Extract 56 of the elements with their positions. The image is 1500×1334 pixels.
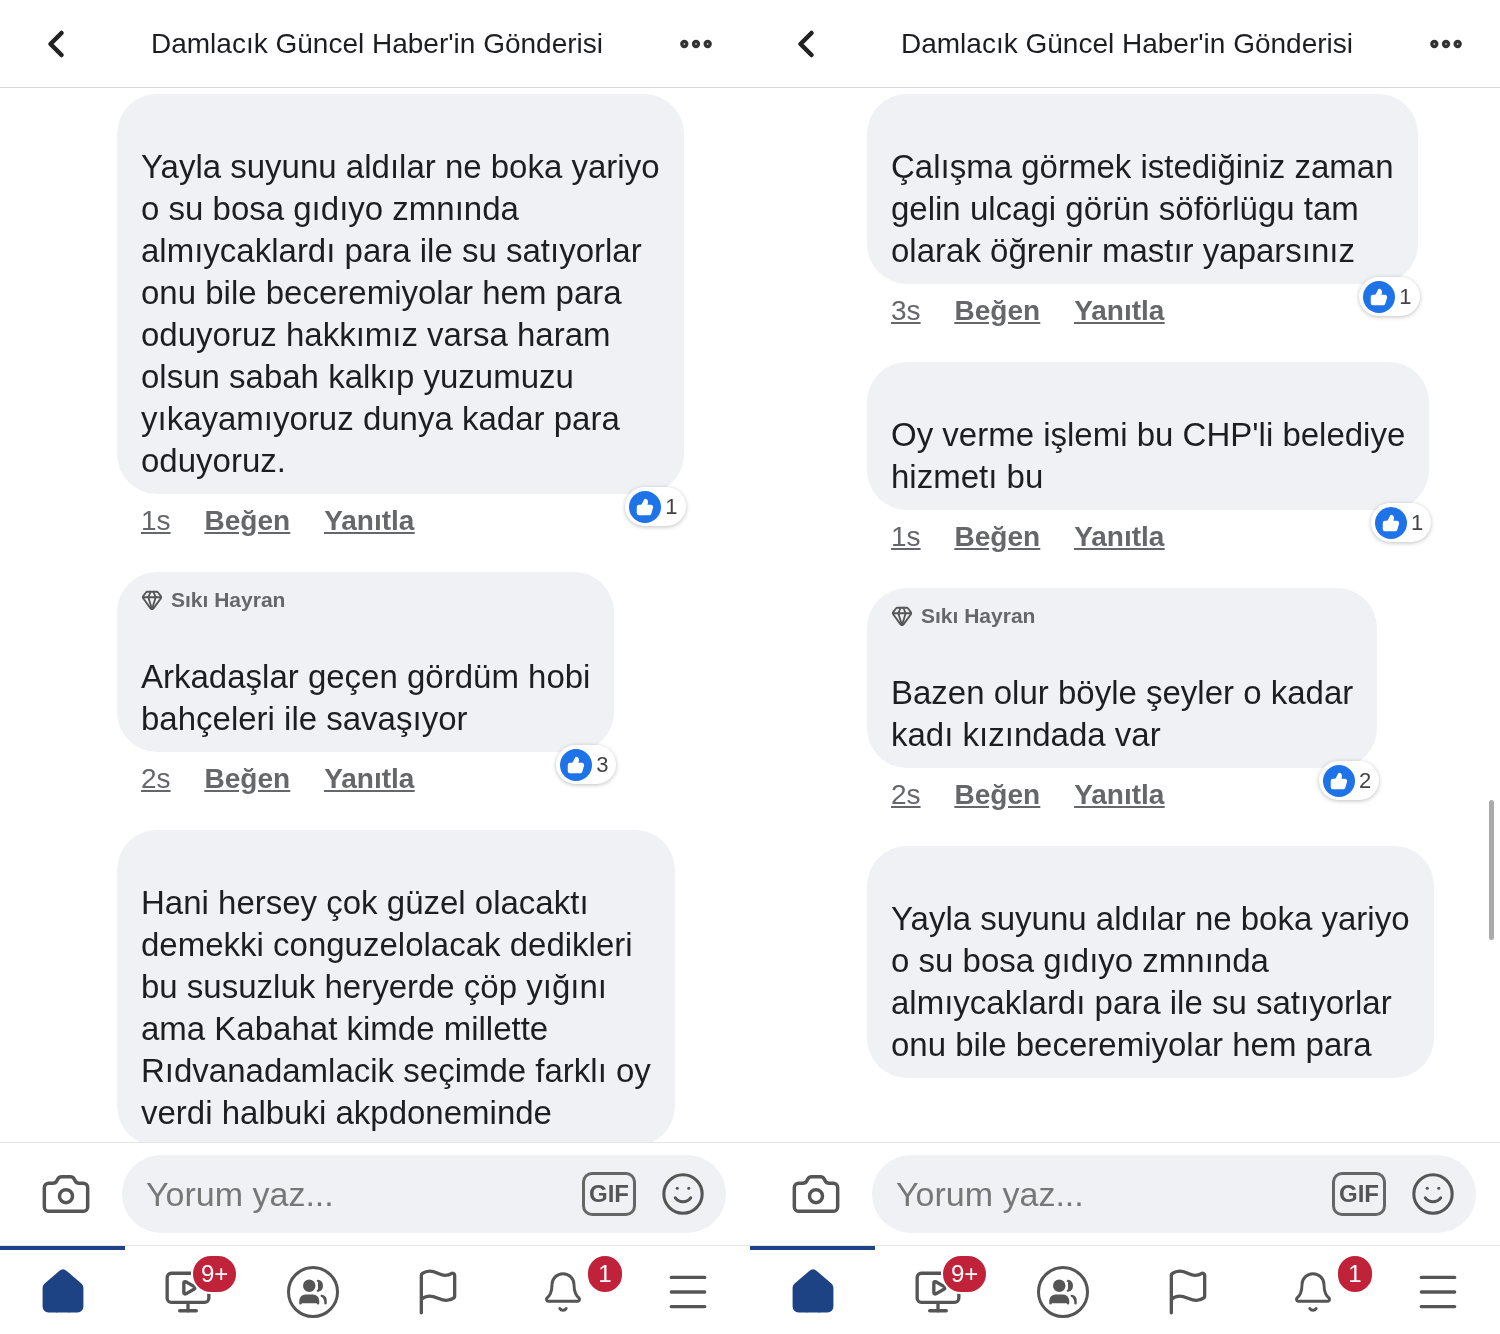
like-icon <box>1375 506 1408 539</box>
like-link[interactable]: Beğen <box>204 500 291 542</box>
notification-badge: 9+ <box>191 1254 239 1294</box>
like-link[interactable]: Beğen <box>204 758 291 800</box>
fan-label: Sıkı Hayran <box>171 587 286 614</box>
tab[interactable]: 1 <box>500 1246 625 1334</box>
emoji-icon[interactable] <box>660 1171 706 1217</box>
comment-input[interactable]: Yorum yaz... <box>146 1168 558 1220</box>
like-icon <box>629 490 662 523</box>
like-icon <box>560 748 593 781</box>
emoji-icon[interactable] <box>1410 1171 1456 1217</box>
like-link[interactable]: Beğen <box>954 516 1041 558</box>
groups-icon[interactable] <box>1036 1266 1089 1318</box>
like-link[interactable]: Beğen <box>954 774 1041 816</box>
diamond-icon <box>141 589 163 611</box>
reaction-count: 1 <box>1359 277 1420 316</box>
comment-field[interactable]: Yorum yaz... GIF <box>872 1155 1476 1233</box>
notification-badge: 1 <box>1336 1254 1374 1294</box>
comment-time: 3s <box>891 294 921 328</box>
reply-link[interactable]: Yanıtla <box>1074 290 1165 332</box>
reaction-count: 2 <box>1319 761 1380 800</box>
tab[interactable]: 9+ <box>125 1246 250 1334</box>
post-title: Damlacık Güncel Haber'in Gönderisi <box>151 26 603 61</box>
reply-link[interactable]: Yanıtla <box>324 758 415 800</box>
comment-field[interactable]: Yorum yaz... GIF <box>122 1155 726 1233</box>
reaction-count: 1 <box>1371 503 1432 542</box>
reaction-count: 3 <box>556 745 617 784</box>
comment-input[interactable]: Yorum yaz... <box>896 1168 1308 1220</box>
comment-time: 1s <box>891 520 921 554</box>
gif-button[interactable]: GIF <box>1332 1172 1386 1216</box>
comment-text: Yayla suyunu aldılar ne boka yariyo o su bosa gıdıyo zmnında almıycaklardı para ile su satıyorlar onu bile beceremiyolar hem para oduyoruz hakkımız varsa haram olsun sabah kalkıp yuzumuzu yıkayamıyoruz dunya kadar para oduyoruz. <box>141 147 660 481</box>
gif-button[interactable]: GIF <box>582 1172 636 1216</box>
like-icon <box>1323 764 1355 797</box>
comment-time: 1s <box>141 504 171 538</box>
comment-time: 2s <box>141 762 171 796</box>
post-title: Damlacık Güncel Haber'in Gönderisi <box>901 26 1353 61</box>
fan-label: Sıkı Hayran <box>921 603 1036 630</box>
comment-text: Oy verme işlemi bu CHP'li belediye hizmetı bu <box>891 415 1406 497</box>
comment-time: 2s <box>891 778 921 812</box>
notification-badge: 9+ <box>941 1254 989 1294</box>
comment-text: Yayla suyunu aldılar ne boka yariyo o su bosa gıdıyo zmnında almıycaklardı para ile su satıyorlar onu bile beceremiyolar hem para <box>891 899 1410 1065</box>
notification-badge: 1 <box>586 1254 624 1294</box>
comment-text: Çalışma görmek istediğiniz zaman gelin ulcagi görün söförlügu tam olarak öğrenir mastır yaparsınız <box>891 147 1394 271</box>
diamond-icon <box>891 605 913 627</box>
reply-link[interactable]: Yanıtla <box>1074 774 1165 816</box>
comment-text: Hani hersey çok güzel olacaktı demekki conguzelolacak dedikleri bu susuzluk heryerde çöp yığını ama Kabahat kimde millette Rıdvanadamlacik seçimde farklı oy verdi halbuki akpdoneminde <box>141 883 651 1133</box>
comment-text: Arkadaşlar geçen gördüm hobi bahçeleri ile savaşıyor <box>141 657 591 739</box>
reply-link[interactable]: Yanıtla <box>1074 516 1165 558</box>
like-link[interactable]: Beğen <box>954 290 1041 332</box>
groups-icon[interactable] <box>286 1266 339 1318</box>
like-icon <box>1363 280 1396 313</box>
reply-link[interactable]: Yanıtla <box>324 500 415 542</box>
reaction-count: 1 <box>625 487 686 526</box>
comment-text: Bazen olur böyle şeyler o kadar kadı kızındada var <box>891 673 1354 755</box>
tab[interactable]: 9+ <box>875 1246 1000 1334</box>
tab[interactable]: 1 <box>1250 1246 1375 1334</box>
